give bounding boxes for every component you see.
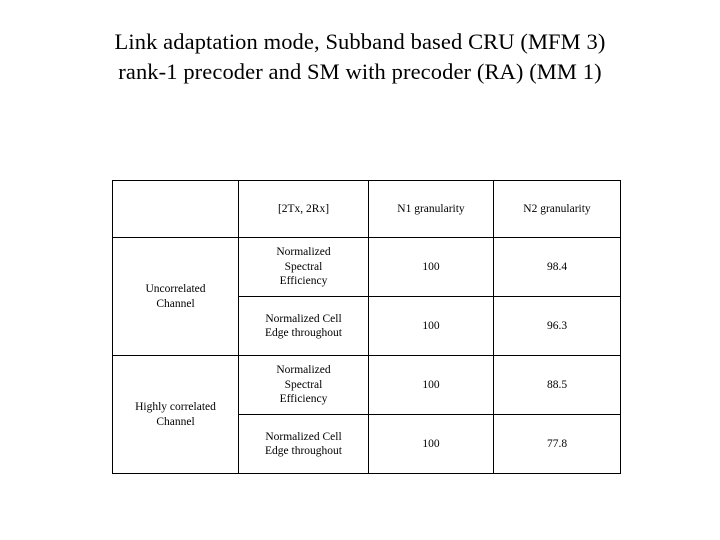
page-title: Link adaptation mode, Subband based CRU … xyxy=(0,27,720,87)
value-n1: 100 xyxy=(368,414,494,474)
table-header-n1-granularity: N1 granularity xyxy=(368,180,494,238)
table-header-n2-granularity: N2 granularity xyxy=(493,180,621,238)
table-row: Uncorrelated Channel Normalized Spectral… xyxy=(112,237,621,356)
results-table: [2Tx, 2Rx] N1 granularity N2 granularity… xyxy=(112,180,621,474)
metric-label: Normalized Cell Edge throughout xyxy=(238,414,369,474)
value-n2: 98.4 xyxy=(493,237,621,297)
row-group-label-highly-correlated: Highly correlated Channel xyxy=(112,355,239,474)
table-header-row: [2Tx, 2Rx] N1 granularity N2 granularity xyxy=(112,180,621,238)
value-n1: 100 xyxy=(368,296,494,356)
value-n2: 88.5 xyxy=(493,355,621,415)
row-group-label-uncorrelated: Uncorrelated Channel xyxy=(112,237,239,356)
metric-label: Normalized Cell Edge throughout xyxy=(238,296,369,356)
table-header-antenna-config: [2Tx, 2Rx] xyxy=(238,180,369,238)
value-n1: 100 xyxy=(368,237,494,297)
value-n1: 100 xyxy=(368,355,494,415)
page-title-line-2: rank-1 precoder and SM with precoder (RA… xyxy=(118,59,602,84)
table-row: Highly correlated Channel Normalized Spe… xyxy=(112,355,621,474)
table-header-corner xyxy=(112,180,239,238)
page-title-line-1: Link adaptation mode, Subband based CRU … xyxy=(114,29,606,54)
value-n2: 77.8 xyxy=(493,414,621,474)
value-n2: 96.3 xyxy=(493,296,621,356)
results-table-container: [2Tx, 2Rx] N1 granularity N2 granularity… xyxy=(112,180,621,474)
metric-label: Normalized Spectral Efficiency xyxy=(238,355,369,415)
metric-label: Normalized Spectral Efficiency xyxy=(238,237,369,297)
